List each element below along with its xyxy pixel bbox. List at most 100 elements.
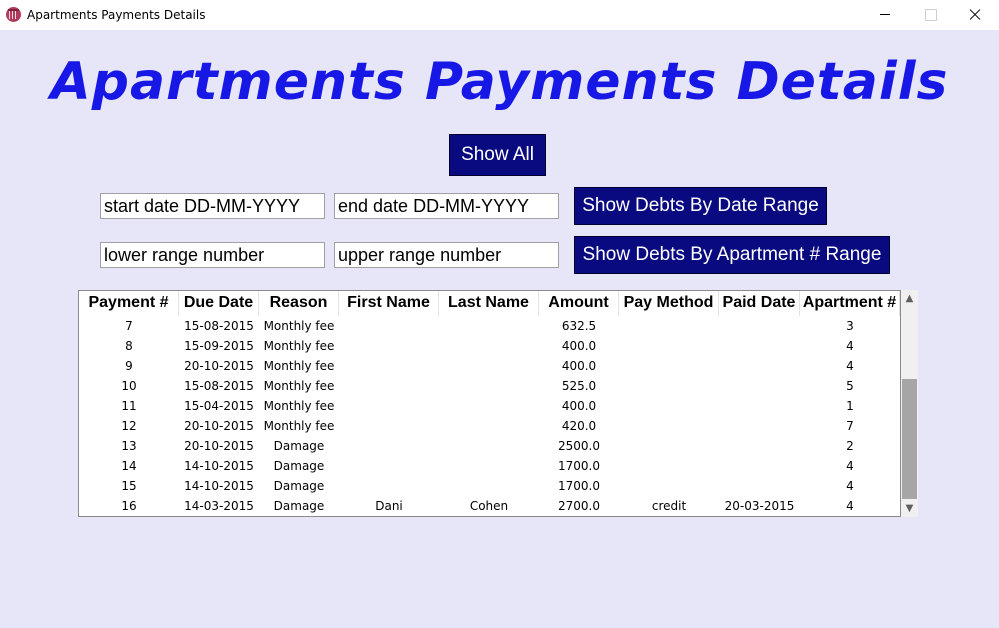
table-cell: 15-08-2015 [184,319,254,333]
table-cell: 15-08-2015 [184,379,254,393]
table-row[interactable]: 15 14-10-2015 Damage 1700.0 4 [79,476,900,496]
table-cell [439,316,539,336]
column-header[interactable]: Reason [259,291,339,316]
table-cell: 11 [121,399,137,413]
table-cell: 20-10-2015 [184,359,254,373]
table-cell [619,316,719,336]
table-cell [439,436,539,456]
column-header[interactable]: Paid Date [719,291,800,316]
start-date-input[interactable]: start date DD-MM-YYYY [100,193,325,219]
table-row[interactable]: 12 20-10-2015 Monthly fee 420.0 7 [79,416,900,436]
close-icon[interactable] [952,0,998,30]
table-cell [619,416,719,436]
table-cell: 2700.0 [558,499,600,513]
table-cell: 20-03-2015 [724,499,795,513]
table-cell [719,376,800,396]
table-cell: 4 [846,359,854,373]
table-cell: 15-04-2015 [184,399,254,413]
table-cell: Damage [273,439,325,453]
table-cell [339,356,439,376]
table-cell: 5 [846,379,854,393]
table-cell: Monthly fee [263,319,335,333]
table-cell [339,436,439,456]
lower-range-input[interactable]: lower range number [100,242,325,268]
table-cell: 1700.0 [558,479,600,493]
column-header[interactable]: Apartment # [800,291,900,316]
show-all-button[interactable]: Show All [449,134,546,176]
column-header[interactable]: Pay Method [619,291,719,316]
table-cell: 4 [846,339,854,353]
table-cell [339,476,439,496]
column-header[interactable]: Due Date [179,291,259,316]
table-cell: 4 [846,459,854,473]
payments-table[interactable]: Payment # Due Date Reason First Name Las… [78,290,901,517]
table-cell [439,336,539,356]
table-cell: 1700.0 [558,459,600,473]
table-cell: 15 [121,479,137,493]
table-row[interactable]: 11 15-04-2015 Monthly fee 400.0 1 [79,396,900,416]
column-header[interactable]: Last Name [439,291,539,316]
table-cell: Monthly fee [263,379,335,393]
scrollbar-thumb[interactable] [902,379,917,499]
table-cell: 2 [846,439,854,453]
table-cell: Damage [273,479,325,493]
table-cell: 400.0 [561,339,597,353]
table-cell: Monthly fee [263,419,335,433]
table-row[interactable]: 16 14-03-2015 Damage Dani Cohen 2700.0 c… [79,496,900,516]
table-cell: 16 [121,499,137,513]
table-cell: 3 [846,319,854,333]
table-row[interactable]: 8 15-09-2015 Monthly fee 400.0 4 [79,336,900,356]
table-cell [439,456,539,476]
show-debts-by-apartment-button[interactable]: Show Debts By Apartment # Range [574,236,890,274]
table-cell: 1 [846,399,854,413]
table-cell [339,396,439,416]
table-cell: Cohen [469,499,509,513]
table-cell: 10 [121,379,137,393]
table-cell: 7 [846,419,854,433]
maximize-icon[interactable] [907,0,953,30]
table-cell [619,376,719,396]
table-row[interactable]: 7 15-08-2015 Monthly fee 632.5 3 [79,316,900,336]
end-date-input[interactable]: end date DD-MM-YYYY [334,193,559,219]
table-row[interactable]: 14 14-10-2015 Damage 1700.0 4 [79,456,900,476]
table-cell [719,396,800,416]
table-cell [439,356,539,376]
table-cell [619,456,719,476]
table-cell: 400.0 [561,359,597,373]
table-cell: 14-10-2015 [184,479,254,493]
table-cell: 400.0 [561,399,597,413]
table-cell [619,356,719,376]
window-titlebar: Apartments Payments Details [0,0,999,30]
table-cell [339,376,439,396]
table-cell: Damage [273,499,325,513]
chevron-up-icon[interactable]: ▲ [901,290,918,307]
table-cell: 14-10-2015 [184,459,254,473]
column-header[interactable]: Amount [539,291,619,316]
table-cell: 12 [121,419,137,433]
table-cell [439,476,539,496]
table-cell [719,316,800,336]
table-cell: Monthly fee [263,359,335,373]
table-cell [719,476,800,496]
table-cell [439,396,539,416]
table-cell [339,456,439,476]
minimize-icon[interactable] [862,0,908,30]
table-cell: 13 [121,439,137,453]
upper-range-input[interactable]: upper range number [334,242,559,268]
table-cell [619,396,719,416]
chevron-down-icon[interactable]: ▼ [901,500,918,517]
table-scrollbar[interactable]: ▲ ▼ [901,290,918,517]
table-cell: 15-09-2015 [184,339,254,353]
table-row[interactable]: 13 20-10-2015 Damage 2500.0 2 [79,436,900,456]
show-debts-by-date-button[interactable]: Show Debts By Date Range [574,187,827,225]
table-cell [439,416,539,436]
table-cell [339,416,439,436]
app-icon [6,7,21,22]
table-cell: Monthly fee [263,339,335,353]
table-cell [439,376,539,396]
column-header[interactable]: Payment # [79,291,179,316]
column-header[interactable]: First Name [339,291,439,316]
table-cell: credit [651,499,687,513]
table-row[interactable]: 9 20-10-2015 Monthly fee 400.0 4 [79,356,900,376]
table-row[interactable]: 10 15-08-2015 Monthly fee 525.0 5 [79,376,900,396]
